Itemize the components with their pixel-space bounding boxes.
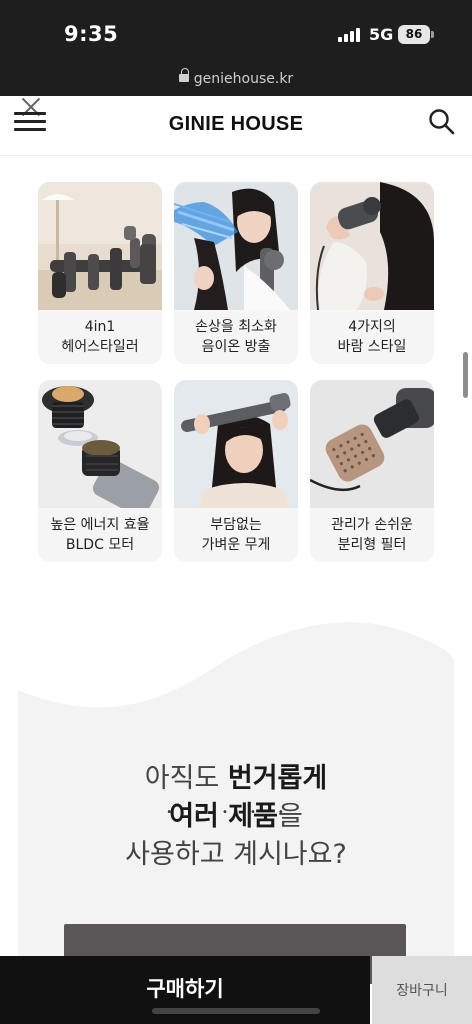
feature-card-filter: 관리가 손쉬운 분리형 필터 [310, 380, 434, 562]
cart-button[interactable]: 장바구니 [372, 956, 472, 1024]
feature-card-weight: 부담없는 가벼운 무게 [174, 380, 298, 562]
wind-style-photo [310, 182, 434, 310]
lock-icon [178, 68, 189, 84]
feature-subtitle: 헤어스타일러 [61, 339, 139, 355]
scrollbar[interactable] [463, 352, 468, 398]
feature-title: 부담없는 [210, 517, 262, 533]
feature-card-wind: 4가지의 바람 스타일 [310, 182, 434, 364]
battery-nub [431, 31, 434, 38]
headline-question: 사용하고 계시나요? [125, 839, 347, 870]
feature-subtitle: BLDC 모터 [65, 537, 135, 553]
feature-subtitle: 바람 스타일 [337, 339, 407, 355]
feature-title: 4in1 [84, 319, 116, 335]
feature-title: 높은 에너지 효율 [50, 517, 150, 533]
feature-card-ion: 손상을 최소화 음이온 방출 [174, 182, 298, 364]
bldc-motor-photo [38, 380, 162, 508]
home-indicator[interactable] [152, 1008, 320, 1014]
feature-subtitle: 분리형 필터 [337, 537, 407, 553]
network-type: 5G [369, 25, 394, 44]
page: 9:35 5G 86 geniehouse.kr GINIE HOUSE 4in… [0, 0, 472, 1024]
address-bar[interactable]: geniehouse.kr [0, 68, 472, 96]
feature-subtitle: 음이온 방출 [201, 339, 271, 355]
headline-emphasis: 번거롭게 [227, 763, 328, 794]
brand-logo[interactable]: GINIE HOUSE [0, 113, 472, 136]
battery-icon: 86 [398, 25, 430, 44]
feature-title: 손상을 최소화 [195, 319, 277, 335]
url-text: geniehouse.kr [193, 71, 294, 87]
light-weight-photo [174, 380, 298, 508]
styler-set-photo [38, 182, 162, 310]
status-time: 9:35 [64, 22, 119, 46]
filter-photo [310, 380, 434, 508]
feature-title: 관리가 손쉬운 [331, 517, 413, 533]
search-icon[interactable] [428, 108, 456, 136]
status-bar: 9:35 5G 86 [0, 0, 472, 68]
feature-card-motor: 높은 에너지 효율 BLDC 모터 [38, 380, 162, 562]
emphasis-dots: ••••• [166, 807, 306, 818]
feature-grid: 4in1 헤어스타일러 손상을 최소화 음이온 방출 4가지의 바람 스타일 높… [38, 182, 434, 562]
site-header: GINIE HOUSE [0, 96, 472, 156]
promo-headline: 아직도 번거롭게 ••••• 여러 제품을 사용하고 계시나요? [0, 760, 472, 874]
woman-drying-hair-photo [174, 182, 298, 310]
feature-subtitle: 가벼운 무게 [201, 537, 271, 553]
feature-card-styler: 4in1 헤어스타일러 [38, 182, 162, 364]
feature-title: 4가지의 [348, 319, 396, 335]
signal-icon [338, 28, 362, 42]
headline-prefix: 아직도 [144, 763, 228, 794]
